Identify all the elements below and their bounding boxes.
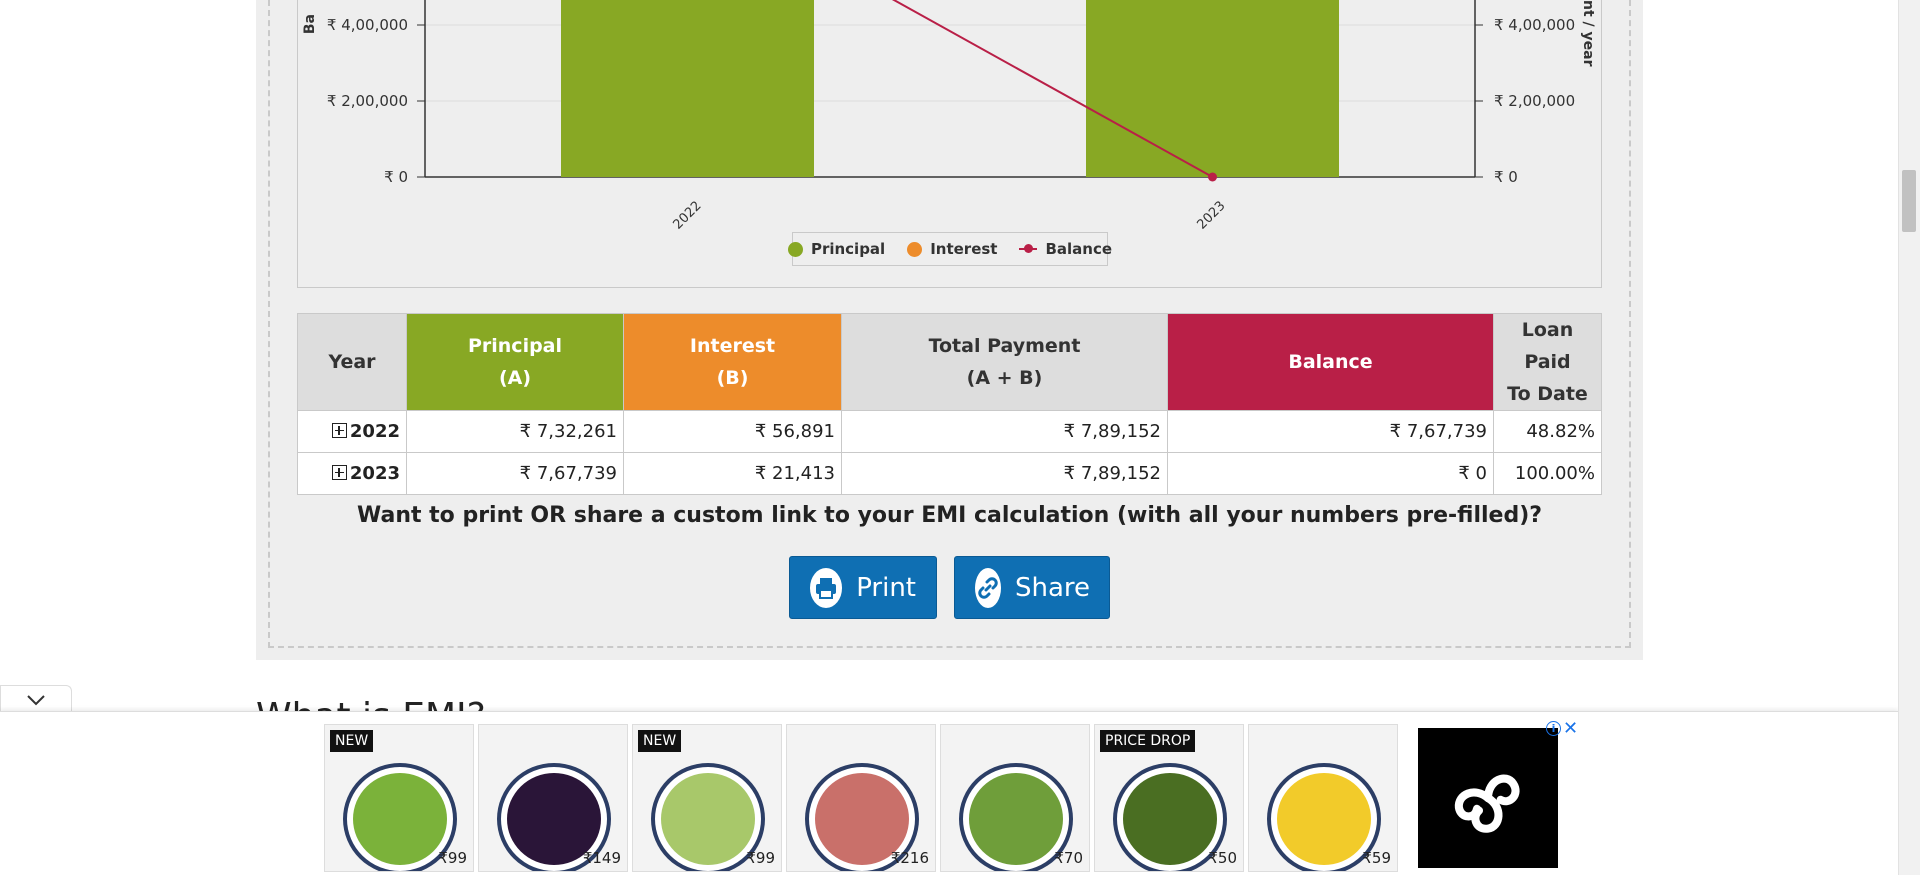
printer-icon	[810, 567, 843, 608]
product-price: ₹59	[1362, 849, 1391, 867]
print-label: Print	[856, 572, 916, 603]
legend-interest-label: Interest	[930, 240, 998, 258]
share-prompt-text: Want to print OR share a custom link to …	[356, 503, 1543, 528]
table-row: 2022 ₹ 7,32,261 ₹ 56,891 ₹ 7,89,152 ₹ 7,…	[297, 410, 1602, 453]
principal-dot-icon	[787, 241, 803, 257]
paid-cell: 100.00%	[1493, 452, 1602, 495]
paid-cell: 48.82%	[1493, 410, 1602, 453]
scrollbar-thumb[interactable]	[1902, 170, 1916, 232]
right-tick-200000: ₹ 2,00,000	[1494, 92, 1575, 110]
x-tick-2022: 2022	[671, 199, 705, 233]
product-price: ₹99	[746, 849, 775, 867]
product-image	[1123, 773, 1217, 865]
balance-series-points	[1208, 172, 1217, 182]
product-price: ₹50	[1208, 849, 1237, 867]
legend-balance-label: Balance	[1045, 240, 1113, 258]
expand-plus-icon[interactable]	[331, 465, 347, 480]
ad-product-card[interactable]: NEW ₹99	[632, 724, 782, 872]
table-header-row: Year Principal (A) Interest (B) Total Paym…	[297, 313, 1602, 411]
legend-principal[interactable]: Principal	[787, 240, 886, 258]
page-scrollbar[interactable]	[1898, 0, 1920, 875]
legend-principal-label: Principal	[810, 240, 886, 258]
amortization-table: Year Principal (A) Interest (B) Total Paym…	[297, 313, 1602, 495]
product-price: ₹70	[1054, 849, 1083, 867]
ad-product-card[interactable]: ₹149	[478, 724, 628, 872]
legend-balance[interactable]: Balance	[1019, 240, 1112, 258]
left-tick-200000: ₹ 2,00,000	[327, 92, 408, 110]
balance-point-2023	[1208, 172, 1217, 182]
chart-legend: Principal Interest Balance	[787, 232, 1112, 266]
product-image	[1277, 773, 1371, 865]
ad-product-card[interactable]: ₹216	[786, 724, 936, 872]
ad-product-card[interactable]: ₹70	[940, 724, 1090, 872]
product-image	[969, 773, 1063, 865]
product-tag: NEW	[638, 730, 682, 752]
principal-bar-2023	[1086, 0, 1339, 177]
left-tick-0: ₹ 0	[384, 168, 408, 186]
right-tick-0: ₹ 0	[1494, 168, 1518, 186]
left-axis-title: Ba	[302, 14, 318, 34]
total-cell: ₹ 7,89,152	[841, 410, 1168, 453]
principal-bar-2022	[561, 0, 814, 177]
table-row: 2023 ₹ 7,67,739 ₹ 21,413 ₹ 7,89,152 ₹ 0 …	[297, 452, 1602, 495]
principal-cell: ₹ 7,67,739	[406, 452, 624, 495]
ad-close-icon[interactable]: ✕	[1563, 720, 1578, 738]
interest-dot-icon	[907, 241, 923, 257]
print-button[interactable]: Print	[789, 556, 937, 619]
year-cell-2023[interactable]: 2023	[297, 452, 407, 495]
left-tick-400000: ₹ 4,00,000	[327, 16, 408, 34]
product-tag: NEW	[330, 730, 374, 752]
ad-collapse-tab[interactable]	[0, 685, 72, 713]
header-loan-paid: Loan Paid To Date	[1493, 313, 1602, 411]
product-image	[353, 773, 447, 865]
product-price: ₹99	[438, 849, 467, 867]
x-tick-2023: 2023	[1195, 199, 1229, 233]
ad-product-card[interactable]: PRICE DROP ₹50	[1094, 724, 1244, 872]
right-tick-400000: ₹ 4,00,000	[1494, 16, 1575, 34]
page: ₹ 4,00,000 ₹ 2,00,000 ₹ 0 ₹ 4,00,000 ₹ 2…	[0, 0, 1920, 875]
interest-cell: ₹ 56,891	[623, 410, 842, 453]
header-balance: Balance	[1167, 313, 1494, 411]
triskelion-logo-icon	[1454, 774, 1520, 833]
ad-info-icon[interactable]: i	[1546, 721, 1561, 736]
share-label: Share	[1015, 572, 1091, 603]
product-tag: PRICE DROP	[1100, 730, 1196, 752]
chart-container: ₹ 4,00,000 ₹ 2,00,000 ₹ 0 ₹ 4,00,000 ₹ 2…	[297, 0, 1602, 288]
legend-interest[interactable]: Interest	[907, 240, 997, 258]
ad-product-card[interactable]: NEW ₹99	[324, 724, 474, 872]
interest-cell: ₹ 21,413	[623, 452, 842, 495]
balance-cell: ₹ 0	[1167, 452, 1494, 495]
link-icon	[975, 567, 1001, 608]
product-image	[661, 773, 755, 865]
expand-plus-icon[interactable]	[331, 423, 347, 438]
right-axis-title: nt / year	[1580, 0, 1596, 67]
principal-cell: ₹ 7,32,261	[406, 410, 624, 453]
ad-controls: i ✕	[1546, 720, 1578, 738]
product-price: ₹149	[582, 849, 621, 867]
product-price: ₹216	[890, 849, 929, 867]
advertiser-logo[interactable]	[1418, 728, 1558, 868]
year-cell-2022[interactable]: 2022	[297, 410, 407, 453]
balance-line-icon	[1019, 244, 1038, 253]
header-principal: Principal (A)	[406, 313, 624, 411]
header-year: Year	[297, 313, 407, 411]
total-cell: ₹ 7,89,152	[841, 452, 1168, 495]
share-button[interactable]: Share	[954, 556, 1110, 619]
chart-bars	[561, 0, 1339, 177]
chevron-down-icon	[27, 694, 45, 705]
header-total-payment: Total Payment (A + B)	[841, 313, 1168, 411]
header-interest: Interest (B)	[623, 313, 842, 411]
ad-product-card[interactable]: ₹59	[1248, 724, 1398, 872]
balance-cell: ₹ 7,67,739	[1167, 410, 1494, 453]
